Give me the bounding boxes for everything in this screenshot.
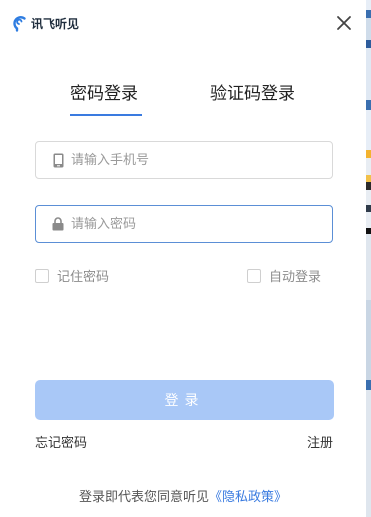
lock-icon — [51, 216, 65, 232]
auto-login-checkbox-box[interactable] — [247, 268, 261, 283]
remember-checkbox-box[interactable] — [35, 268, 49, 283]
phone-icon — [51, 152, 65, 168]
privacy-policy-link[interactable]: 《隐私政策》 — [209, 490, 287, 505]
close-icon — [337, 16, 351, 30]
login-button[interactable]: 登录 — [35, 380, 334, 420]
forgot-password-link[interactable]: 忘记密码 — [35, 432, 87, 451]
tab-code-login[interactable]: 验证码登录 — [210, 79, 295, 104]
footer-prefix: 登录即代表您同意听见 — [78, 490, 209, 505]
close-button[interactable] — [334, 13, 354, 33]
remember-label: 记住密码 — [57, 270, 110, 285]
login-tabs: 密码登录 验证码登录 — [0, 79, 366, 119]
password-field[interactable] — [35, 205, 333, 243]
login-dialog: 讯飞听见 密码登录 验证码登录 记住密码 — [0, 0, 366, 517]
phone-field[interactable] — [35, 141, 333, 179]
auto-login-label: 自动登录 — [269, 270, 322, 285]
active-tab-indicator — [70, 114, 142, 116]
password-input[interactable] — [71, 206, 332, 242]
remember-password-checkbox[interactable]: 记住密码 — [35, 266, 109, 285]
register-link[interactable]: 注册 — [307, 432, 333, 451]
background-window-edge — [366, 0, 371, 517]
ear-logo-icon — [12, 14, 28, 32]
logo-text: 讯飞听见 — [31, 16, 80, 31]
tab-password-login[interactable]: 密码登录 — [70, 79, 138, 104]
phone-input[interactable] — [71, 142, 332, 178]
app-logo: 讯飞听见 — [12, 12, 79, 34]
privacy-footer: 登录即代表您同意听见《隐私政策》 — [0, 486, 366, 505]
auto-login-checkbox[interactable]: 自动登录 — [247, 266, 321, 285]
